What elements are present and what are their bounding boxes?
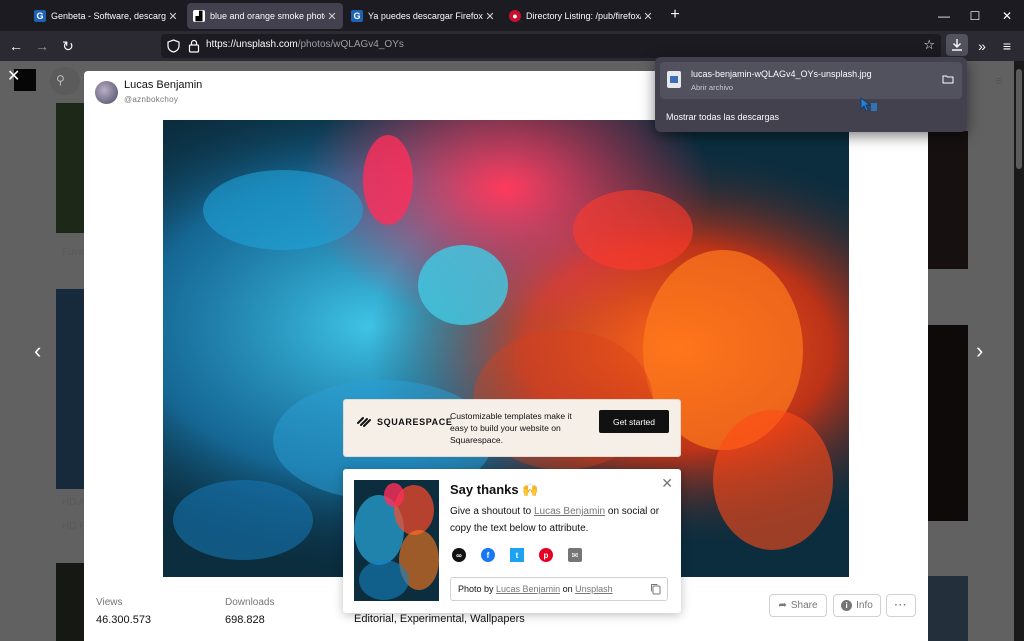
more-actions-button[interactable]: ··· [886, 594, 916, 617]
credit-text: Photo by [458, 584, 497, 594]
reload-button[interactable]: ↻ [58, 36, 78, 56]
say-thanks-popup: ✕ Say thanks 🙌 Give a shoutout to Lucas … [343, 469, 681, 613]
download-status: Abrir archivo [691, 83, 734, 92]
tab-genbeta[interactable]: G Genbeta - Software, descargas, ✕ [28, 3, 184, 29]
download-file-name: lucas-benjamin-wQLAGv4_OYs-unsplash.jpg [691, 69, 872, 79]
attribution-box[interactable]: Photo by Lucas Benjamin on Unsplash [450, 577, 668, 601]
maximize-button[interactable]: ☐ [965, 6, 985, 26]
more-dots-icon: ··· [894, 600, 908, 611]
twitter-icon[interactable]: t [510, 548, 524, 562]
menu-icon[interactable]: ≡ [995, 73, 1003, 88]
views-label: Views [96, 597, 123, 608]
downloads-button[interactable] [946, 34, 968, 56]
background-caption: Fuva [62, 247, 85, 258]
close-tab-icon[interactable]: ✕ [641, 10, 655, 23]
say-thanks-body: Give a shoutout to Lucas Benjamin on soc… [450, 503, 675, 537]
unsplash-favicon-icon: ▟ [193, 10, 205, 22]
squarespace-mark-icon [357, 417, 371, 427]
credit-author-link[interactable]: Lucas Benjamin [496, 584, 560, 594]
scrollbar-thumb[interactable] [1016, 69, 1022, 169]
body-text: Give a shoutout to [450, 506, 534, 517]
close-tab-icon[interactable]: ✕ [325, 10, 339, 23]
minimize-button[interactable]: — [934, 6, 954, 26]
views-value: 46.300.573 [96, 614, 152, 626]
downloads-label: Downloads [225, 597, 275, 608]
next-photo-chevron-icon[interactable]: › [976, 338, 983, 364]
download-arrow-icon [952, 39, 962, 51]
ad-brand: SQUARESPACE [377, 417, 453, 427]
page-scrollbar[interactable] [1014, 61, 1024, 641]
copy-link-icon[interactable]: ∞ [452, 548, 466, 562]
genbeta-favicon-icon: G [351, 10, 363, 22]
tab-unsplash-photo[interactable]: ▟ blue and orange smoke photo ✕ [187, 3, 343, 29]
close-window-button[interactable]: ✕ [997, 6, 1017, 26]
bookmark-star-icon[interactable]: ☆ [923, 37, 935, 53]
close-modal-icon[interactable]: ✕ [7, 66, 20, 86]
mozilla-favicon-icon: ● [509, 10, 521, 22]
url-text: https://unsplash.com/photos/wQLAGv4_OYs [206, 39, 404, 50]
search-icon[interactable]: ⚲ [56, 73, 65, 87]
social-share-row: ∞ f t p ✉ [452, 548, 582, 562]
credit-site-link[interactable]: Unsplash [575, 584, 613, 594]
info-label: Info [856, 600, 873, 611]
author-handle: @aznbokchoy [124, 95, 179, 104]
tab-title: Genbeta - Software, descargas, [51, 11, 166, 21]
share-arrow-icon: ➦ [778, 600, 787, 611]
url-host: https://unsplash.com [206, 39, 298, 50]
tab-title: Directory Listing: /pub/firefox/r [526, 11, 641, 21]
downloads-panel: lucas-benjamin-wQLAGv4_OYs-unsplash.jpg … [655, 57, 967, 132]
email-icon[interactable]: ✉ [568, 548, 582, 562]
say-thanks-title: Say thanks 🙌 [450, 482, 539, 497]
tab-firefox-97[interactable]: G Ya puedes descargar Firefox 97 ✕ [345, 3, 501, 29]
thanks-thumbnail [354, 480, 439, 601]
tab-bar: G Genbeta - Software, descargas, ✕ ▟ blu… [0, 0, 1024, 31]
mouse-cursor-icon [860, 97, 877, 112]
close-tab-icon[interactable]: ✕ [483, 10, 497, 23]
author-link[interactable]: Lucas Benjamin [534, 506, 605, 517]
share-label: Share [790, 600, 818, 611]
previous-photo-chevron-icon[interactable]: ‹ [34, 338, 41, 364]
folder-icon[interactable] [942, 74, 954, 84]
lock-icon[interactable] [188, 39, 200, 53]
pinterest-icon[interactable]: p [539, 548, 553, 562]
info-button[interactable]: i Info [833, 594, 881, 617]
close-tab-icon[interactable]: ✕ [166, 10, 180, 23]
show-all-downloads-link[interactable]: Mostrar todas las descargas [666, 112, 779, 122]
avatar[interactable] [95, 81, 118, 104]
forward-button[interactable]: → [32, 36, 52, 56]
squarespace-ad[interactable]: SQUARESPACE Customizable templates make … [343, 399, 681, 457]
photo-tags[interactable]: Editorial, Experimental, Wallpapers [354, 613, 525, 625]
squarespace-logo: SQUARESPACE [356, 416, 452, 428]
url-path: /photos/wQLAGv4_OYs [297, 39, 404, 50]
tracking-protection-shield-icon[interactable] [167, 39, 180, 53]
thumbnail-image [354, 480, 439, 601]
facebook-icon[interactable]: f [481, 548, 495, 562]
ad-text: Customizable templates make it easy to b… [450, 411, 572, 445]
downloads-value: 698.828 [225, 614, 265, 626]
hamburger-menu-icon[interactable]: ≡ [997, 36, 1017, 56]
unsplash-page: Fuva HD A HD P ⚲ ≡ ✕ ‹ › Lucas Benjamin … [0, 61, 1024, 641]
credit-text: on [560, 584, 576, 594]
tab-title: blue and orange smoke photo [210, 11, 325, 21]
back-button[interactable]: ← [6, 36, 26, 56]
url-bar[interactable]: https://unsplash.com/photos/wQLAGv4_OYs … [161, 34, 941, 58]
share-button[interactable]: ➦ Share [769, 594, 827, 617]
download-item[interactable]: lucas-benjamin-wQLAGv4_OYs-unsplash.jpg … [660, 62, 962, 99]
tab-directory-listing[interactable]: ● Directory Listing: /pub/firefox/r ✕ [503, 3, 659, 29]
new-tab-button[interactable]: + [666, 6, 684, 24]
tab-title: Ya puedes descargar Firefox 97 [368, 11, 483, 21]
author-name[interactable]: Lucas Benjamin [124, 79, 202, 91]
copy-icon[interactable] [650, 583, 661, 595]
info-icon: i [841, 600, 853, 611]
more-tools-chevron-icon[interactable]: » [972, 36, 992, 56]
genbeta-favicon-icon: G [34, 10, 46, 22]
close-thanks-icon[interactable]: ✕ [661, 475, 673, 492]
image-file-icon [667, 71, 681, 88]
background-caption: HD P [62, 521, 86, 532]
background-caption: HD A [62, 497, 86, 508]
get-started-button[interactable]: Get started [599, 410, 669, 433]
